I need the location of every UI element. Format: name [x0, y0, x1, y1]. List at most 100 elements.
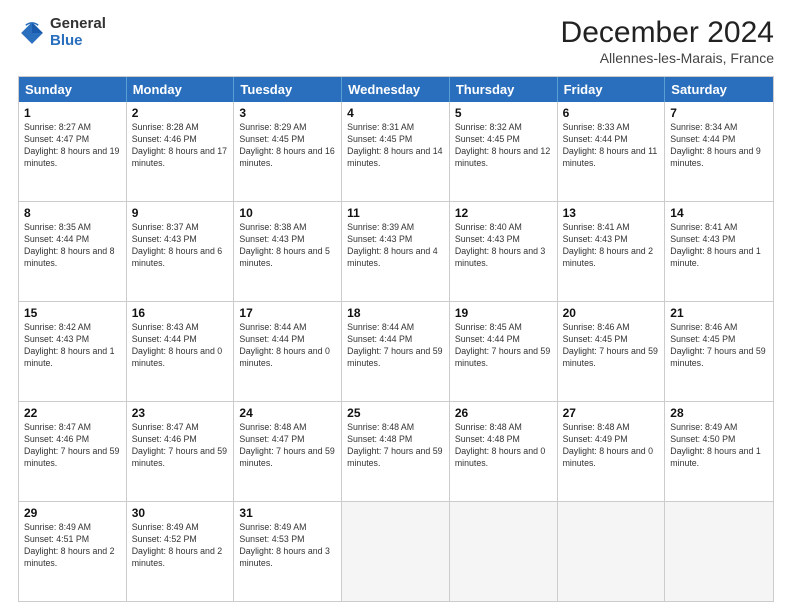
day-cell-6: 6 Sunrise: 8:33 AM Sunset: 4:44 PM Daylig…	[558, 102, 666, 201]
day-cell-15: 15Sunrise: 8:42 AM Sunset: 4:43 PM Dayli…	[19, 302, 127, 401]
location: Allennes-les-Marais, France	[561, 50, 774, 66]
day-number-1: 1	[24, 106, 121, 120]
day-cell-2: 2Sunrise: 8:28 AM Sunset: 4:46 PM Daylig…	[127, 102, 235, 201]
day-cell-21: 21Sunrise: 8:46 AM Sunset: 4:45 PM Dayli…	[665, 302, 773, 401]
day-number-29: 29	[24, 506, 121, 520]
day-number-12: 12	[455, 206, 552, 220]
day-info-30: Sunrise: 8:49 AM Sunset: 4:52 PM Dayligh…	[132, 522, 229, 570]
day-cell-26: 26Sunrise: 8:48 AM Sunset: 4:48 PM Dayli…	[450, 402, 558, 501]
day-cell-10: 10 Sunrise: 8:38 AM Sunset: 4:43 PM Dayli…	[234, 202, 342, 301]
day-number-25: 25	[347, 406, 444, 420]
week-row-3: 15Sunrise: 8:42 AM Sunset: 4:43 PM Dayli…	[19, 302, 773, 402]
day-number-18: 18	[347, 306, 444, 320]
day-info-22: Sunrise: 8:47 AM Sunset: 4:46 PM Dayligh…	[24, 422, 121, 470]
page: General Blue December 2024 Allennes-les-…	[0, 0, 792, 612]
day-info-4: Sunrise: 8:31 AM Sunset: 4:45 PM Dayligh…	[347, 122, 444, 170]
day-info-7: Sunrise: 8:34 AM Sunset: 4:44 PM Dayligh…	[670, 122, 768, 170]
day-info-16: Sunrise: 8:43 AM Sunset: 4:44 PM Dayligh…	[132, 322, 229, 370]
logo: General Blue	[18, 16, 106, 49]
week-row-5: 29 Sunrise: 8:49 AM Sunset: 4:51 PM Dayli…	[19, 502, 773, 601]
day-number-7: 7	[670, 106, 768, 120]
day-info-28: Sunrise: 8:49 AM Sunset: 4:50 PM Dayligh…	[670, 422, 768, 470]
day-number-10: 10	[239, 206, 336, 220]
day-info-10: Sunrise: 8:38 AM Sunset: 4:43 PM Dayligh…	[239, 222, 336, 270]
day-header-wednesday: Wednesday	[342, 77, 450, 102]
empty-cell	[450, 502, 558, 601]
day-number-19: 19	[455, 306, 552, 320]
day-number-16: 16	[132, 306, 229, 320]
day-number-13: 13	[563, 206, 660, 220]
day-cell-24: 24 Sunrise: 8:48 AM Sunset: 4:47 PM Dayli…	[234, 402, 342, 501]
day-cell-20: 20Sunrise: 8:46 AM Sunset: 4:45 PM Dayli…	[558, 302, 666, 401]
day-cell-12: 12 Sunrise: 8:40 AM Sunset: 4:43 PM Dayli…	[450, 202, 558, 301]
day-number-26: 26	[455, 406, 552, 420]
day-number-22: 22	[24, 406, 121, 420]
day-number-31: 31	[239, 506, 336, 520]
day-number-8: 8	[24, 206, 121, 220]
day-info-23: Sunrise: 8:47 AM Sunset: 4:46 PM Dayligh…	[132, 422, 229, 470]
day-info-29: Sunrise: 8:49 AM Sunset: 4:51 PM Dayligh…	[24, 522, 121, 570]
day-info-6: Sunrise: 8:33 AM Sunset: 4:44 PM Dayligh…	[563, 122, 660, 170]
day-cell-29: 29 Sunrise: 8:49 AM Sunset: 4:51 PM Dayli…	[19, 502, 127, 601]
day-cell-31: 31Sunrise: 8:49 AM Sunset: 4:53 PM Dayli…	[234, 502, 342, 601]
day-cell-7: 7 Sunrise: 8:34 AM Sunset: 4:44 PM Daylig…	[665, 102, 773, 201]
day-info-25: Sunrise: 8:48 AM Sunset: 4:48 PM Dayligh…	[347, 422, 444, 470]
day-number-30: 30	[132, 506, 229, 520]
day-header-saturday: Saturday	[665, 77, 773, 102]
day-info-3: Sunrise: 8:29 AM Sunset: 4:45 PM Dayligh…	[239, 122, 336, 170]
calendar: SundayMondayTuesdayWednesdayThursdayFrid…	[18, 76, 774, 602]
empty-cell	[665, 502, 773, 601]
day-cell-4: 4 Sunrise: 8:31 AM Sunset: 4:45 PM Daylig…	[342, 102, 450, 201]
day-number-5: 5	[455, 106, 552, 120]
day-info-27: Sunrise: 8:48 AM Sunset: 4:49 PM Dayligh…	[563, 422, 660, 470]
day-number-17: 17	[239, 306, 336, 320]
day-cell-27: 27 Sunrise: 8:48 AM Sunset: 4:49 PM Dayli…	[558, 402, 666, 501]
day-number-20: 20	[563, 306, 660, 320]
week-row-1: 1 Sunrise: 8:27 AM Sunset: 4:47 PM Daylig…	[19, 102, 773, 202]
logo-text: General Blue	[50, 16, 106, 49]
day-number-28: 28	[670, 406, 768, 420]
calendar-header: SundayMondayTuesdayWednesdayThursdayFrid…	[19, 77, 773, 102]
day-cell-11: 11 Sunrise: 8:39 AM Sunset: 4:43 PM Dayli…	[342, 202, 450, 301]
month-title: December 2024	[561, 16, 774, 50]
day-info-9: Sunrise: 8:37 AM Sunset: 4:43 PM Dayligh…	[132, 222, 229, 270]
day-cell-18: 18 Sunrise: 8:44 AM Sunset: 4:44 PM Dayli…	[342, 302, 450, 401]
day-number-21: 21	[670, 306, 768, 320]
day-number-2: 2	[132, 106, 229, 120]
day-number-6: 6	[563, 106, 660, 120]
day-info-24: Sunrise: 8:48 AM Sunset: 4:47 PM Dayligh…	[239, 422, 336, 470]
day-cell-3: 3 Sunrise: 8:29 AM Sunset: 4:45 PM Daylig…	[234, 102, 342, 201]
empty-cell	[558, 502, 666, 601]
day-info-5: Sunrise: 8:32 AM Sunset: 4:45 PM Dayligh…	[455, 122, 552, 170]
day-cell-14: 14Sunrise: 8:41 AM Sunset: 4:43 PM Dayli…	[665, 202, 773, 301]
day-info-19: Sunrise: 8:45 AM Sunset: 4:44 PM Dayligh…	[455, 322, 552, 370]
day-cell-28: 28 Sunrise: 8:49 AM Sunset: 4:50 PM Dayli…	[665, 402, 773, 501]
week-row-2: 8 Sunrise: 8:35 AM Sunset: 4:44 PM Daylig…	[19, 202, 773, 302]
title-block: December 2024 Allennes-les-Marais, Franc…	[561, 16, 774, 66]
day-header-friday: Friday	[558, 77, 666, 102]
day-header-sunday: Sunday	[19, 77, 127, 102]
day-number-4: 4	[347, 106, 444, 120]
day-info-11: Sunrise: 8:39 AM Sunset: 4:43 PM Dayligh…	[347, 222, 444, 270]
day-number-14: 14	[670, 206, 768, 220]
day-number-11: 11	[347, 206, 444, 220]
day-header-thursday: Thursday	[450, 77, 558, 102]
calendar-body: 1 Sunrise: 8:27 AM Sunset: 4:47 PM Daylig…	[19, 102, 773, 601]
logo-blue: Blue	[50, 33, 106, 50]
day-number-27: 27	[563, 406, 660, 420]
day-cell-16: 16 Sunrise: 8:43 AM Sunset: 4:44 PM Dayli…	[127, 302, 235, 401]
day-cell-23: 23Sunrise: 8:47 AM Sunset: 4:46 PM Dayli…	[127, 402, 235, 501]
day-cell-5: 5 Sunrise: 8:32 AM Sunset: 4:45 PM Daylig…	[450, 102, 558, 201]
logo-icon	[18, 19, 46, 47]
day-number-3: 3	[239, 106, 336, 120]
day-cell-8: 8 Sunrise: 8:35 AM Sunset: 4:44 PM Daylig…	[19, 202, 127, 301]
day-cell-1: 1 Sunrise: 8:27 AM Sunset: 4:47 PM Daylig…	[19, 102, 127, 201]
day-info-12: Sunrise: 8:40 AM Sunset: 4:43 PM Dayligh…	[455, 222, 552, 270]
day-info-8: Sunrise: 8:35 AM Sunset: 4:44 PM Dayligh…	[24, 222, 121, 270]
day-info-18: Sunrise: 8:44 AM Sunset: 4:44 PM Dayligh…	[347, 322, 444, 370]
day-number-24: 24	[239, 406, 336, 420]
day-info-13: Sunrise: 8:41 AM Sunset: 4:43 PM Dayligh…	[563, 222, 660, 270]
day-info-1: Sunrise: 8:27 AM Sunset: 4:47 PM Dayligh…	[24, 122, 121, 170]
day-number-9: 9	[132, 206, 229, 220]
header: General Blue December 2024 Allennes-les-…	[18, 16, 774, 66]
